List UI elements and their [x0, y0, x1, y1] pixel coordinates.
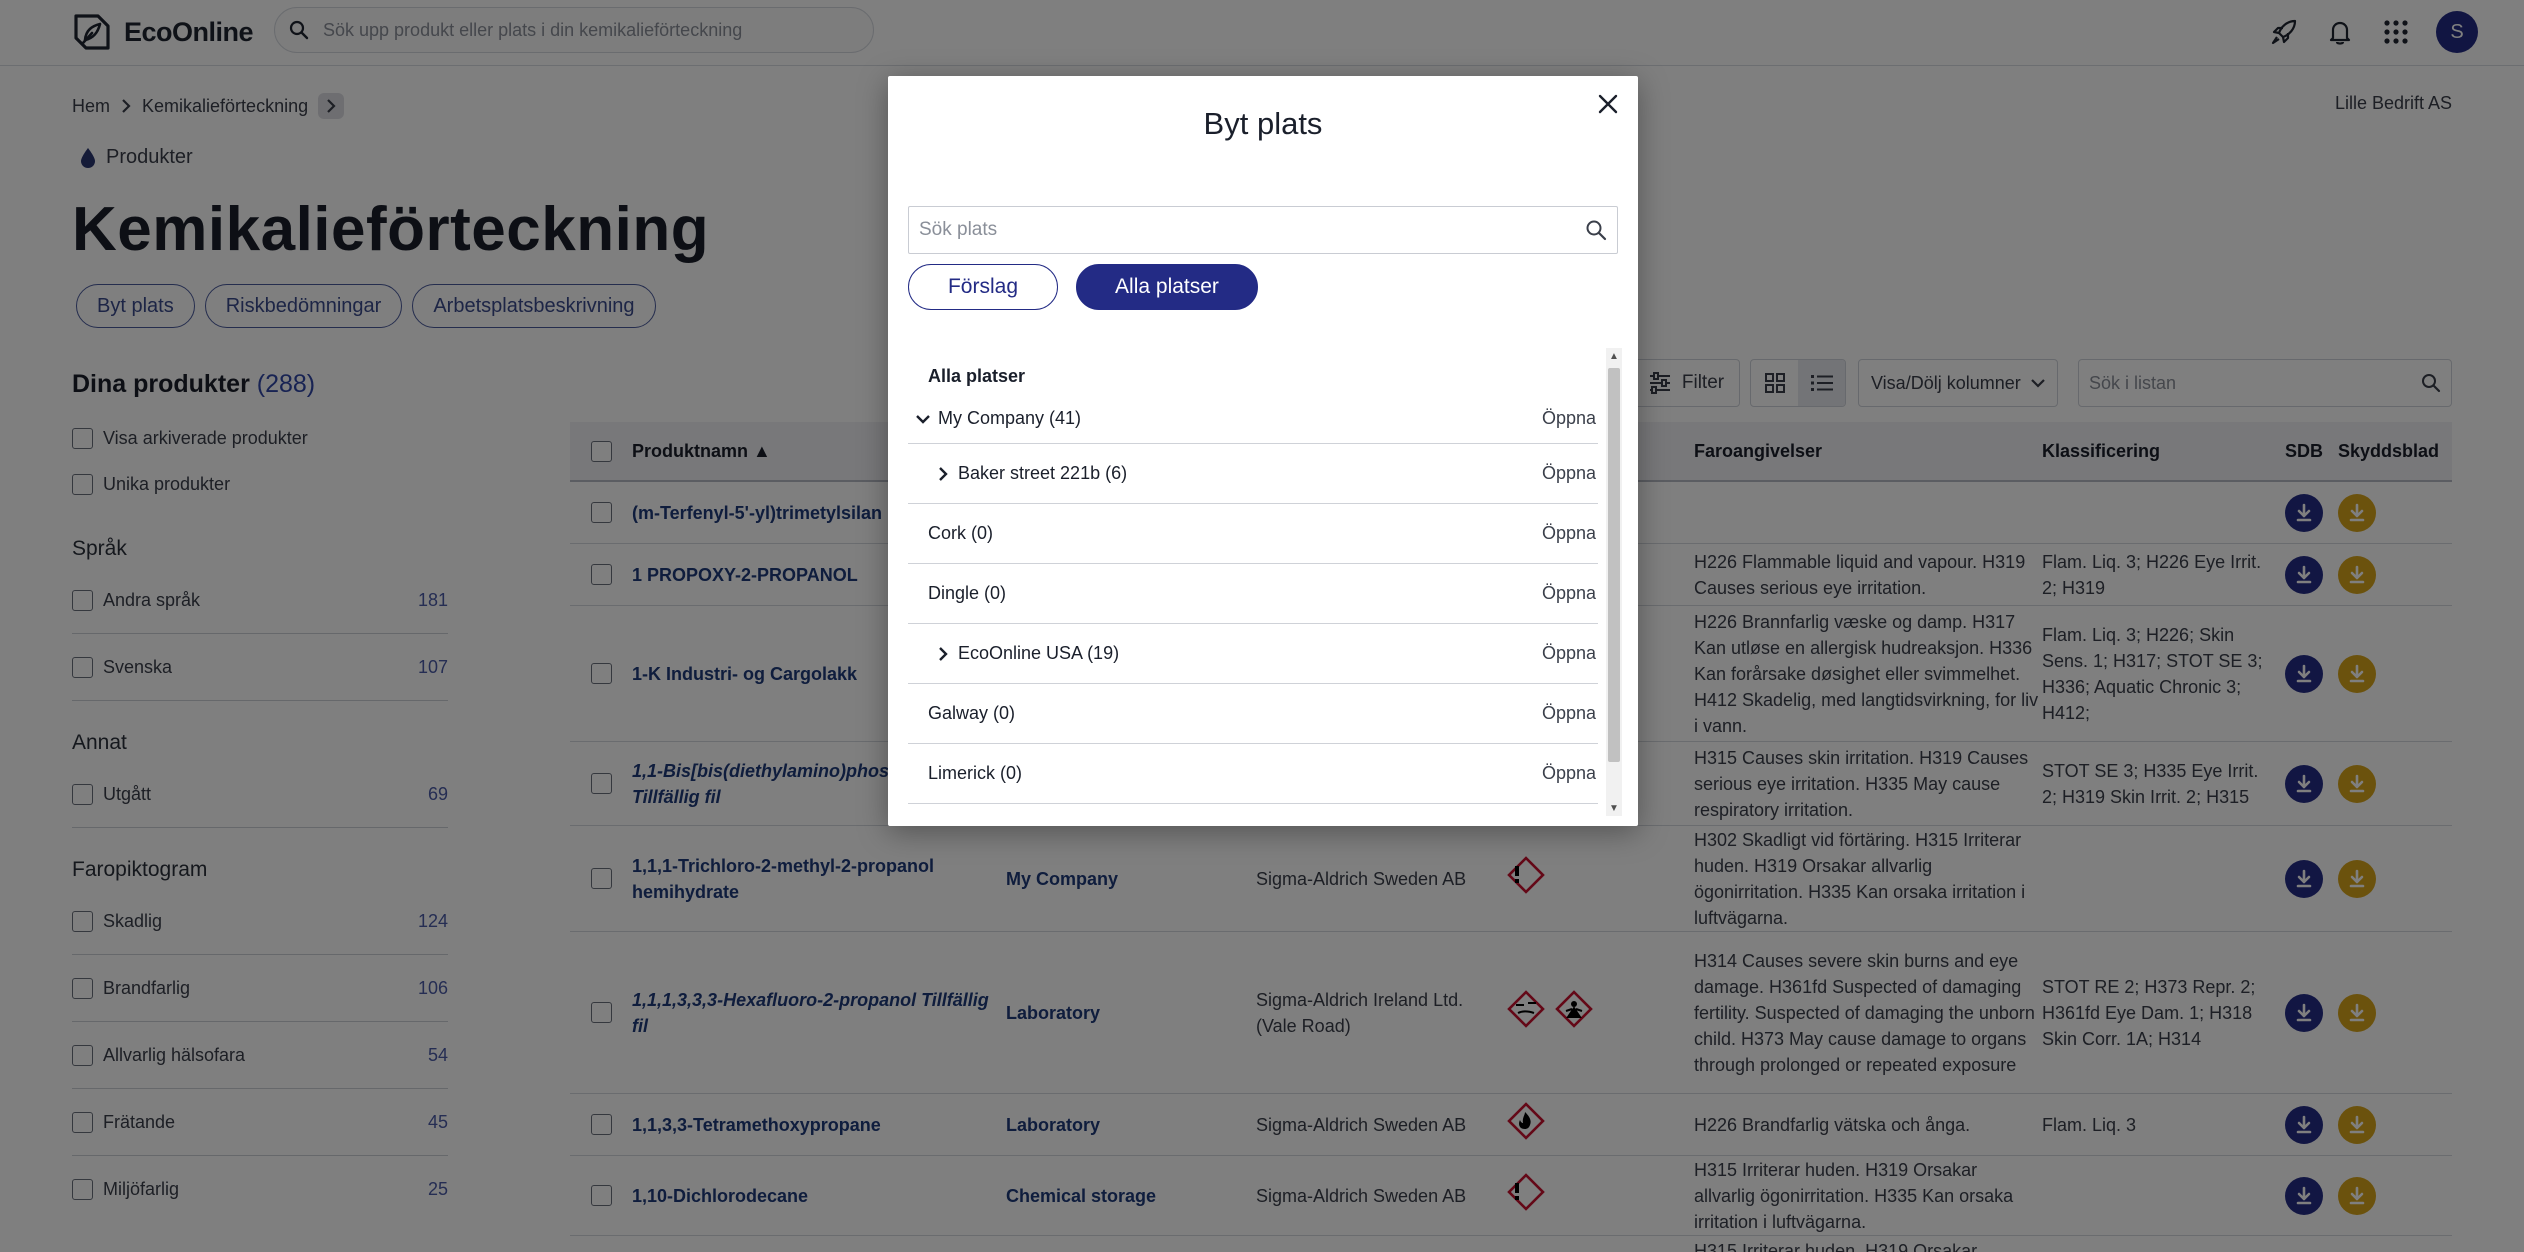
place-item-label: Dingle (0) — [928, 583, 1007, 603]
scroll-down-arrow-icon[interactable]: ▼ — [1606, 800, 1622, 816]
place-item-label: Limerick (0) — [928, 763, 1023, 783]
tree-items: My Company (41) Öppna Baker street 221b (6… — [908, 394, 1598, 804]
place-item[interactable]: Limerick (0) Öppna — [908, 744, 1598, 804]
chevron-down-icon[interactable] — [908, 413, 938, 425]
open-place-button[interactable]: Öppna — [1542, 408, 1598, 429]
place-item-label: My Company (41) — [938, 408, 1082, 428]
place-item[interactable]: Galway (0) Öppna — [908, 684, 1598, 744]
tree-scrollbar[interactable]: ▲ ▼ — [1606, 348, 1622, 816]
search-icon[interactable] — [1585, 219, 1607, 241]
place-item[interactable]: Dingle (0) Öppna — [908, 564, 1598, 624]
tab-all-places[interactable]: Alla platser — [1076, 264, 1258, 310]
scroll-thumb[interactable] — [1608, 368, 1620, 762]
places-tree: Alla platser My Company (41) Öppna Baker s… — [908, 350, 1598, 816]
place-item[interactable]: Cork (0) Öppna — [908, 504, 1598, 564]
dialog-title: Byt plats — [1203, 106, 1323, 141]
place-item[interactable]: Baker street 221b (6) Öppna — [908, 444, 1598, 504]
open-place-button[interactable]: Öppna — [1542, 643, 1598, 664]
place-item-label: Galway (0) — [928, 703, 1016, 723]
change-place-dialog: Byt plats Förslag Alla platser Alla plat… — [888, 76, 1638, 826]
place-item[interactable]: My Company (41) Öppna — [908, 394, 1598, 444]
open-place-button[interactable]: Öppna — [1542, 763, 1598, 784]
tree-heading: Alla platser — [928, 365, 1026, 386]
chevron-right-icon[interactable] — [928, 466, 958, 482]
place-search-input[interactable] — [919, 219, 1585, 241]
open-place-button[interactable]: Öppna — [1542, 463, 1598, 484]
chevron-right-icon[interactable] — [928, 646, 958, 662]
tab-suggestions[interactable]: Förslag — [908, 264, 1058, 310]
place-item-label: Baker street 221b (6) — [958, 463, 1128, 483]
place-search[interactable] — [908, 206, 1618, 254]
open-place-button[interactable]: Öppna — [1542, 703, 1598, 724]
place-item-label: Cork (0) — [928, 523, 994, 543]
open-place-button[interactable]: Öppna — [1542, 523, 1598, 544]
place-item-label: EcoOnline USA (19) — [958, 643, 1120, 663]
open-place-button[interactable]: Öppna — [1542, 583, 1598, 604]
place-item[interactable]: EcoOnline USA (19) Öppna — [908, 624, 1598, 684]
scroll-up-arrow-icon[interactable]: ▲ — [1606, 348, 1622, 364]
